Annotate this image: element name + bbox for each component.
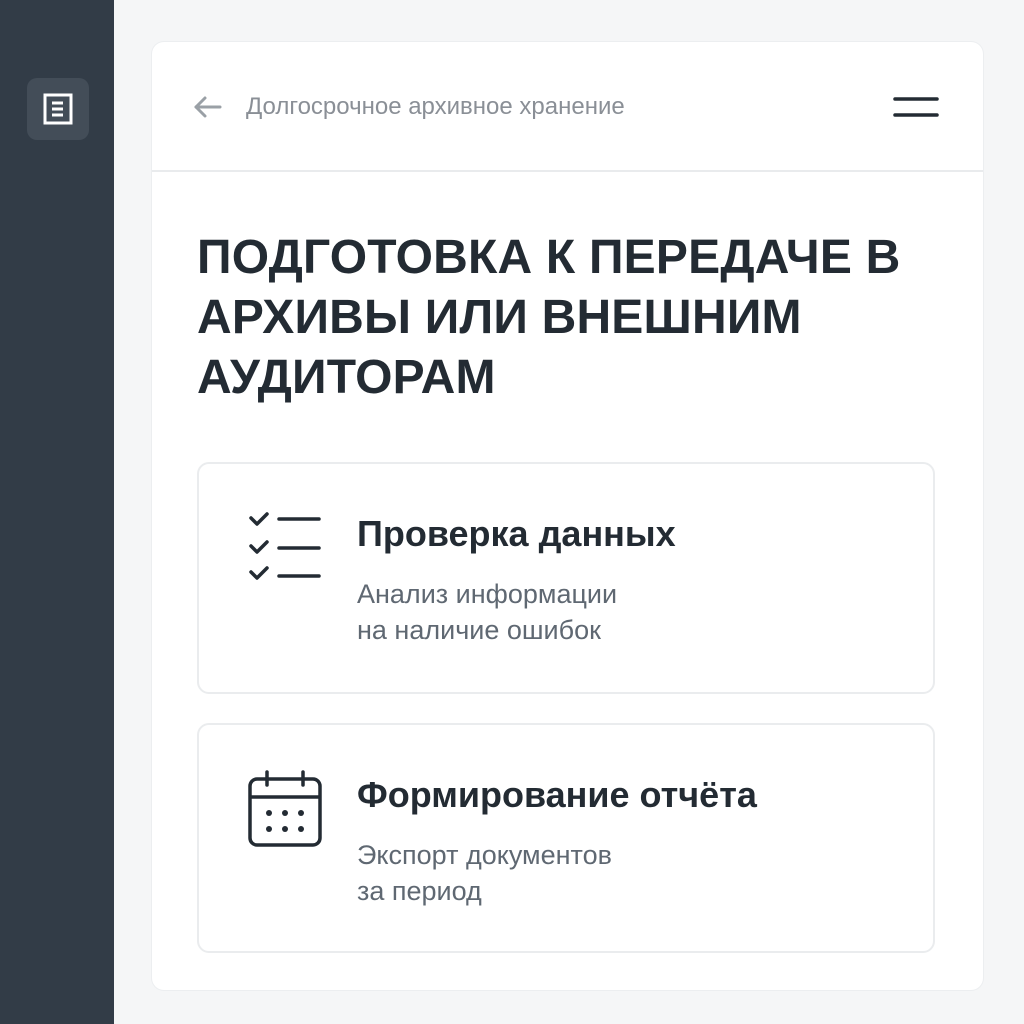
top-bar: Долгосрочное архивное хранение — [152, 42, 983, 172]
page-title: ПОДГОТОВКА К ПЕРЕДАЧЕ В АРХИВЫ ИЛИ ВНЕШН… — [197, 231, 901, 404]
feature-card-report[interactable]: Формирование отчёта Экспорт документов з… — [197, 723, 935, 953]
sidebar-logo-button[interactable] — [27, 78, 89, 140]
menu-button[interactable] — [893, 94, 939, 120]
breadcrumb: Долгосрочное архивное хранение — [246, 93, 625, 120]
feature-description-line: на наличие ошибок — [357, 615, 601, 645]
feature-description-line: за период — [357, 876, 482, 906]
feature-description: Анализ информации на наличие ошибок — [357, 576, 777, 648]
main-card: Долгосрочное архивное хранение ПОДГОТОВК… — [152, 42, 983, 990]
sidebar — [0, 0, 114, 1024]
hamburger-menu-icon — [893, 97, 939, 117]
feature-title: Проверка данных — [357, 513, 676, 554]
document-list-icon — [43, 93, 73, 125]
feature-description-line: Анализ информации — [357, 579, 618, 609]
calendar-icon — [247, 769, 323, 847]
feature-description-line: Экспорт документов — [357, 840, 612, 870]
back-button[interactable] — [192, 93, 224, 121]
checklist-icon — [247, 508, 323, 584]
feature-title: Формирование отчёта — [357, 774, 757, 815]
arrow-left-icon — [194, 96, 222, 118]
feature-description: Экспорт документов за период — [357, 837, 777, 909]
feature-card-data-check[interactable]: Проверка данных Анализ информации на нал… — [197, 462, 935, 694]
